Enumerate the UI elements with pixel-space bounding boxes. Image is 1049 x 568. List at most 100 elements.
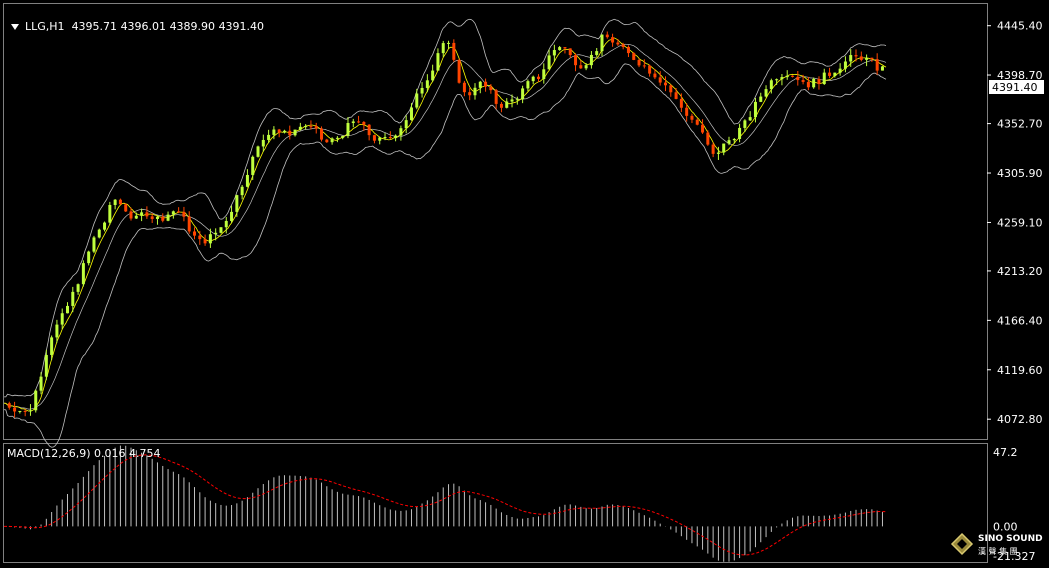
chart-canvas[interactable]: 4445.404398.704352.704305.904259.104213.… bbox=[0, 0, 1049, 566]
candle-body bbox=[219, 227, 223, 233]
candle-body bbox=[415, 93, 419, 108]
candle-body bbox=[404, 120, 408, 129]
candle-body bbox=[579, 65, 583, 69]
price-tick-label: 4213.20 bbox=[997, 265, 1043, 278]
candle-body bbox=[621, 44, 625, 47]
price-tick-label: 4259.10 bbox=[997, 216, 1043, 229]
candle-body bbox=[489, 86, 493, 91]
candle-body bbox=[193, 231, 197, 236]
candle-body bbox=[134, 215, 138, 219]
candle-body bbox=[81, 263, 85, 285]
candle-body bbox=[230, 211, 234, 221]
price-tick-label: 4352.70 bbox=[997, 118, 1043, 131]
logo-text: SINO SOUND bbox=[978, 534, 1043, 544]
candle-body bbox=[753, 101, 757, 118]
candle-body bbox=[118, 199, 122, 205]
symbol-label: LLG,H1 bbox=[25, 20, 65, 33]
chevron-down-icon[interactable] bbox=[11, 24, 19, 30]
candle-body bbox=[542, 69, 546, 79]
candle-body bbox=[552, 50, 556, 56]
candle-body bbox=[669, 85, 673, 93]
candle-body bbox=[727, 140, 731, 144]
candle-body bbox=[335, 137, 339, 139]
candle-body bbox=[462, 82, 466, 93]
candle-body bbox=[769, 80, 773, 90]
candle-body bbox=[611, 37, 615, 43]
candle-body bbox=[383, 137, 387, 139]
candle-body bbox=[626, 46, 630, 54]
candle-body bbox=[198, 235, 202, 240]
candle-body bbox=[325, 139, 329, 143]
candle-body bbox=[388, 137, 392, 139]
candle-body bbox=[298, 126, 302, 130]
candle-body bbox=[129, 211, 133, 219]
candle-body bbox=[208, 234, 212, 244]
candle-body bbox=[843, 61, 847, 69]
candle-body bbox=[648, 65, 652, 74]
candle-body bbox=[833, 72, 837, 76]
candle-body bbox=[478, 81, 482, 88]
candle-body bbox=[526, 81, 530, 89]
candle-body bbox=[780, 77, 784, 80]
candle-body bbox=[28, 410, 32, 412]
candle-body bbox=[595, 51, 599, 55]
candle-body bbox=[547, 55, 551, 70]
candle-body bbox=[87, 251, 91, 264]
macd-label: MACD(12,26,9) bbox=[7, 447, 91, 460]
price-tick-label: 4166.40 bbox=[997, 314, 1043, 327]
candle-body bbox=[293, 129, 297, 136]
candle-body bbox=[759, 96, 763, 102]
candle-body bbox=[161, 216, 165, 221]
candle-body bbox=[272, 129, 276, 135]
candle-body bbox=[706, 132, 710, 145]
candle-body bbox=[605, 34, 609, 38]
candle-body bbox=[320, 128, 324, 140]
candle-body bbox=[563, 47, 567, 49]
candle-body bbox=[256, 146, 260, 157]
candle-body bbox=[103, 222, 107, 230]
candle-body bbox=[304, 126, 308, 128]
candle-body bbox=[362, 121, 366, 125]
candle-body bbox=[589, 54, 593, 66]
logo-subtext: 漢 聲 集 團 bbox=[978, 547, 1018, 556]
close-value: 4391.40 bbox=[218, 20, 265, 33]
candle-body bbox=[60, 313, 64, 325]
price-tick-label: 4119.60 bbox=[997, 364, 1043, 377]
candle-body bbox=[722, 143, 726, 153]
candle-body bbox=[558, 47, 562, 51]
candle-body bbox=[674, 92, 678, 99]
candle-body bbox=[145, 212, 149, 217]
candle-body bbox=[240, 186, 244, 196]
candle-body bbox=[399, 128, 403, 136]
macd-tick-label: 47.2 bbox=[993, 446, 1018, 459]
candle-body bbox=[748, 117, 752, 121]
candle-body bbox=[44, 354, 48, 377]
candle-body bbox=[330, 138, 334, 143]
candle-body bbox=[849, 55, 853, 62]
candle-body bbox=[171, 211, 175, 215]
candle-body bbox=[34, 390, 38, 411]
candle-body bbox=[18, 410, 22, 412]
candle-body bbox=[732, 138, 736, 141]
macd-header: MACD(12,26,9) 0.016 4.754 bbox=[7, 447, 161, 460]
candle-body bbox=[785, 75, 789, 78]
candle-body bbox=[642, 65, 646, 67]
candle-body bbox=[441, 43, 445, 54]
low-value: 4389.90 bbox=[169, 20, 216, 33]
current-price-tag-text: 4391.40 bbox=[992, 81, 1038, 94]
candle-body bbox=[880, 66, 884, 71]
candle-body bbox=[245, 174, 249, 187]
candle-body bbox=[267, 134, 271, 140]
candle-body bbox=[71, 291, 75, 306]
candle-body bbox=[124, 204, 128, 212]
candle-body bbox=[838, 68, 842, 73]
candle-body bbox=[616, 42, 620, 45]
candle-body bbox=[431, 70, 435, 81]
candle-body bbox=[251, 156, 255, 175]
candle-body bbox=[600, 34, 604, 52]
candle-body bbox=[282, 130, 286, 133]
candle-body bbox=[764, 89, 768, 97]
candle-body bbox=[775, 79, 779, 81]
price-tick-label: 4305.90 bbox=[997, 167, 1043, 180]
candle-body bbox=[796, 76, 800, 81]
